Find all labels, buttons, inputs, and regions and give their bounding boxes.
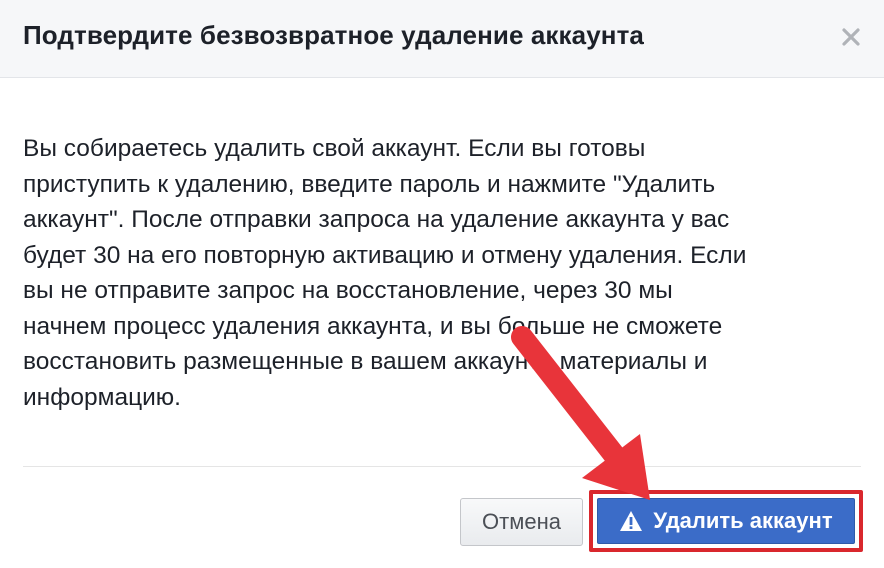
body-line: информацию. bbox=[23, 383, 181, 411]
close-icon bbox=[842, 28, 860, 46]
delete-account-label: Удалить аккаунт bbox=[653, 508, 833, 533]
delete-account-button[interactable]: Удалить аккаунт bbox=[597, 498, 855, 544]
cancel-button[interactable]: Отмена bbox=[460, 498, 583, 546]
dialog-title: Подтвердите безвозвратное удаление аккау… bbox=[23, 20, 644, 50]
delete-account-dialog: Подтвердите безвозвратное удаление аккау… bbox=[0, 0, 884, 568]
body-line: приступить к удалению, введите пароль и … bbox=[23, 170, 716, 198]
warning-icon bbox=[619, 510, 643, 532]
body-line: вы не отправите запрос на восстановление… bbox=[23, 277, 673, 304]
dialog-body: Вы собираетесь удалить свой аккаунт. Есл… bbox=[23, 131, 853, 415]
body-line: будет 30 на его повторную активацию и от… bbox=[23, 241, 747, 269]
close-button[interactable] bbox=[836, 22, 866, 52]
body-line: восстановить размещенные в вашем аккаунт… bbox=[23, 348, 708, 375]
body-line: начнем процесс удаления аккаунта, и вы б… bbox=[23, 312, 723, 340]
body-line: аккаунт". После отправки запроса на удал… bbox=[23, 206, 730, 233]
body-line: Вы собираетесь удалить свой аккаунт. Есл… bbox=[23, 135, 646, 162]
footer-divider bbox=[23, 466, 861, 467]
dialog-header: Подтвердите безвозвратное удаление аккау… bbox=[0, 0, 884, 78]
